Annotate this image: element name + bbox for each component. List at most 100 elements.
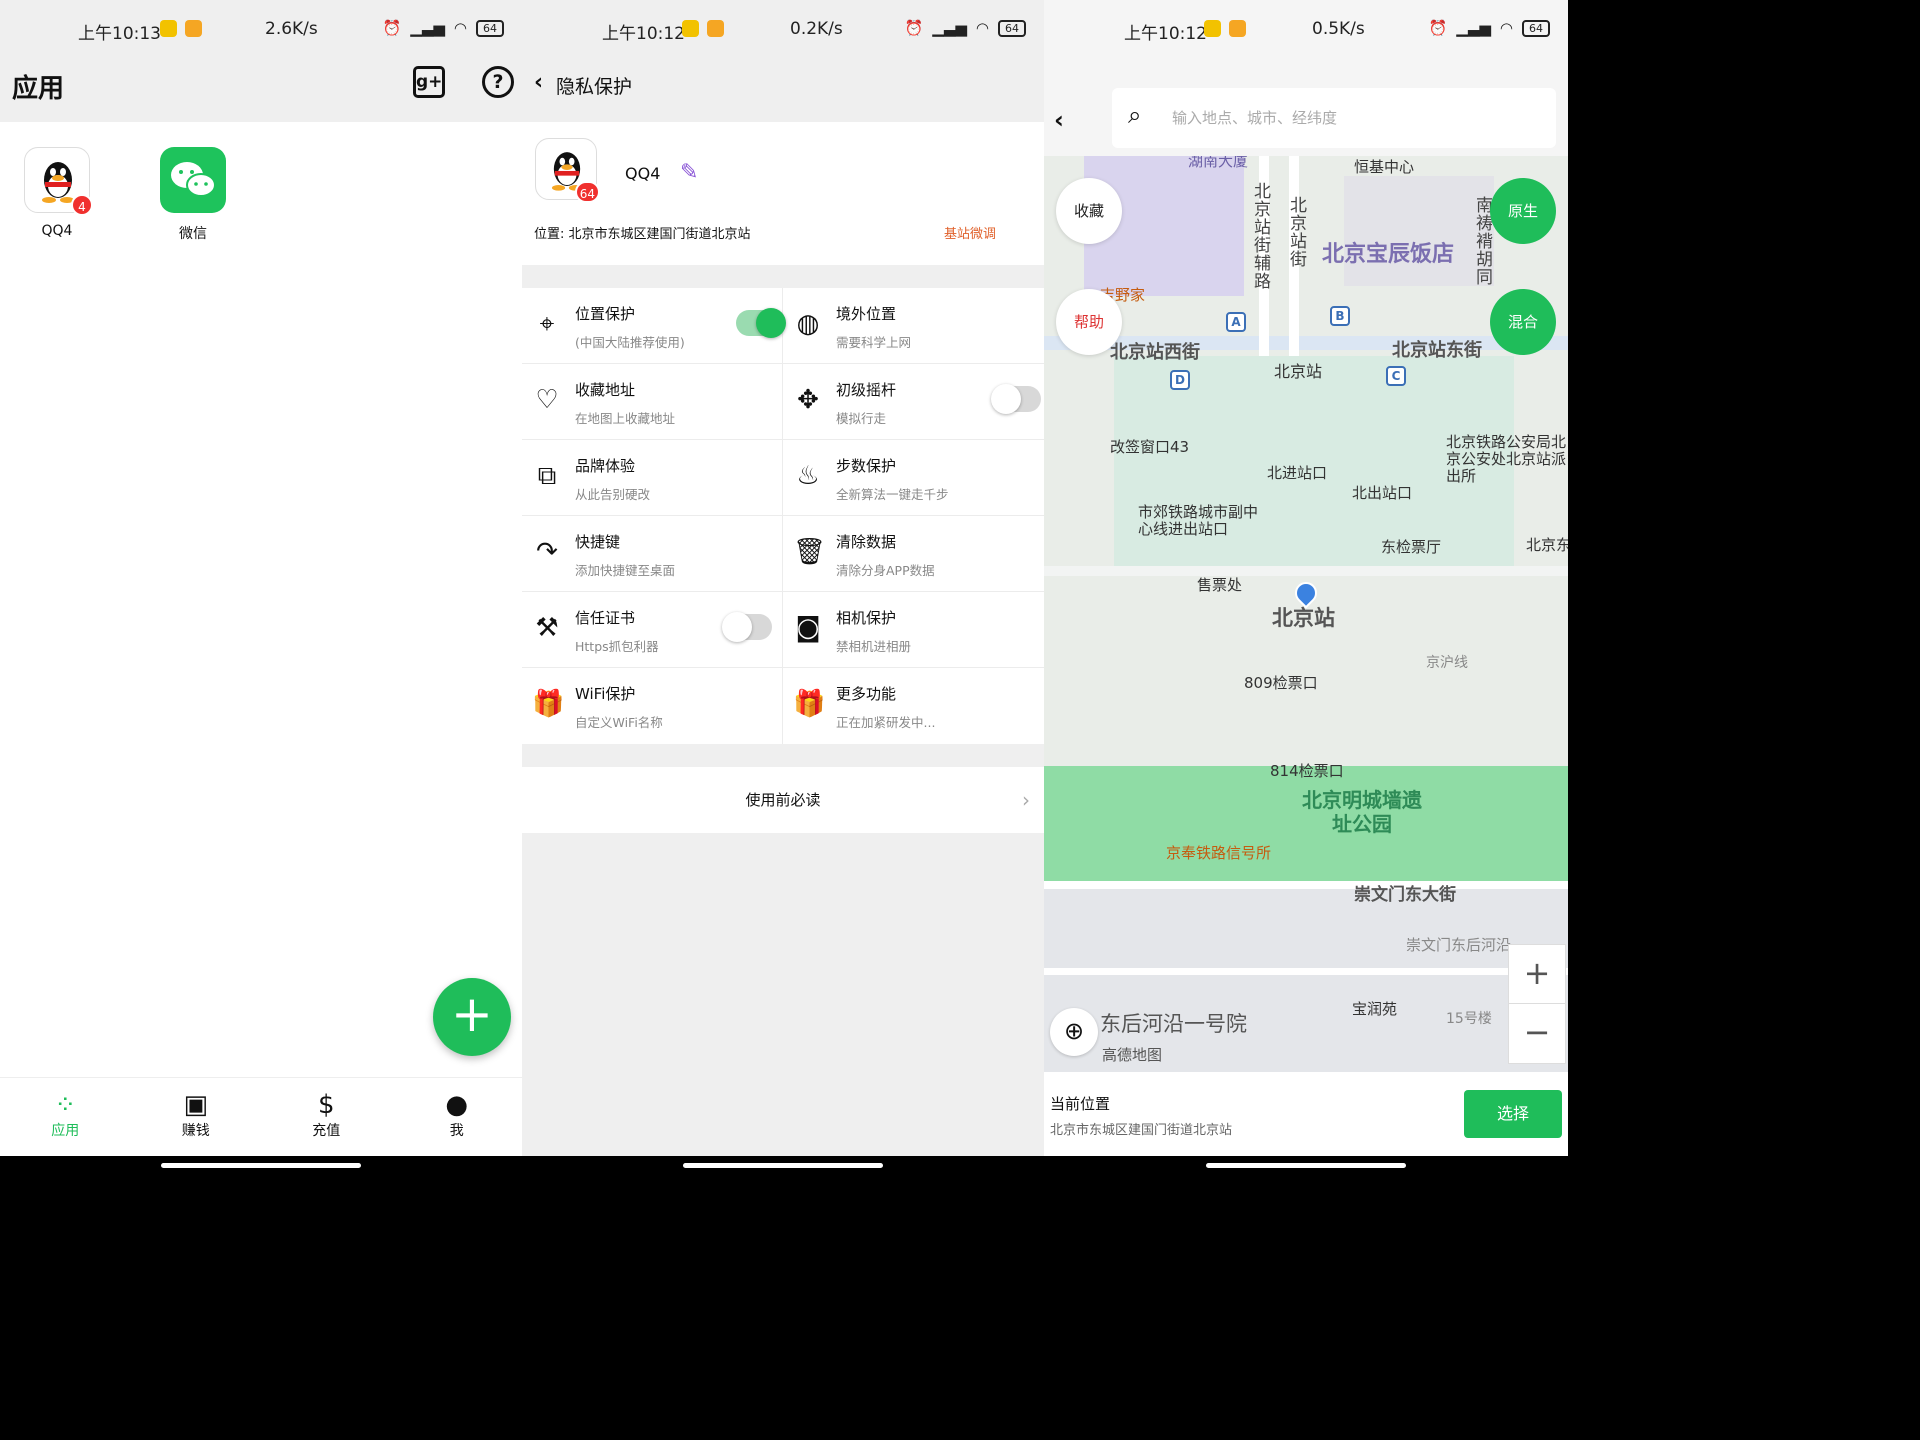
app-tile-wechat[interactable]: 微信 [148,147,238,243]
feature-subtitle: 全新算法一键走千步 [836,484,949,503]
apps-icon: ⁘ [0,1090,131,1120]
feature-title: 清除数据 [836,531,896,552]
feature-grid: ⌖ 位置保护 (中国大陆推荐使用) ◍ 境外位置 需要科学上网 ♡ 收藏地址 在… [522,288,1044,744]
feature-subtitle: 自定义WiFi名称 [575,712,663,731]
qq-penguin-icon: 4 [24,147,90,213]
mixed-mode-button[interactable]: 混合 [1490,289,1556,355]
feature-camera-protect[interactable]: ◙ 相机保护 禁相机进相册 [783,592,1044,668]
locate-me-icon[interactable]: ⊕ [1050,1008,1098,1056]
map-label: 15号楼 [1446,1008,1492,1028]
status-app-icons [160,20,202,37]
page-title: 应用 [12,68,64,105]
trash-icon: 🗑 [793,536,823,568]
alarm-icon: ⏰ [905,19,924,37]
must-read-row[interactable]: 使用前必读 › [522,767,1044,833]
status-time: 上午10:12 [1124,19,1207,44]
feature-title: 境外位置 [836,303,896,324]
back-icon[interactable]: ‹ [1054,106,1064,134]
feature-subtitle: 模拟行走 [836,408,886,427]
feature-more[interactable]: 🎁 更多功能 正在加紧研发中... [783,668,1044,744]
metro-exit-icon: C [1386,366,1406,386]
feature-subtitle: 禁相机进相册 [836,636,911,655]
zoom-in-button[interactable]: + [1509,945,1565,1004]
nav-item-earn[interactable]: ▣赚钱 [131,1078,262,1156]
feature-subtitle: 正在加紧研发中... [836,712,935,731]
share-arrow-icon: ↷ [532,536,562,568]
feature-shortcut[interactable]: ↷ 快捷键 添加快捷键至桌面 [522,516,783,592]
status-right-icons: ⏰ ▁▃▅ ◠ 64 [383,19,504,37]
status-bar: 上午10:12 0.5K/s ⏰ ▁▃▅ ◠ 64 [1044,0,1568,58]
user-icon: ● [392,1090,523,1120]
base-station-adjust-link[interactable]: 基站微调 [944,223,996,242]
native-mode-button[interactable]: 原生 [1490,178,1556,244]
map-label: 814检票口 [1270,760,1344,781]
feature-title: WiFi保护 [575,683,635,704]
camera-icon: ◙ [793,612,823,644]
heart-icon: ♡ [532,384,562,416]
security-icon [160,20,177,37]
map-label: 市郊铁路城市副中心线进出站口 [1138,504,1258,538]
notification-badge: 64 [575,181,600,203]
notification-badge: 4 [71,194,93,216]
network-speed: 0.2K/s [790,19,843,39]
network-speed: 2.6K/s [265,19,318,39]
handshake-icon: ⚒ [532,612,562,644]
feature-step-protect[interactable]: ♨ 步数保护 全新算法一键走千步 [783,440,1044,516]
feature-subtitle: 需要科学上网 [836,332,911,351]
feature-subtitle: 从此告别硬改 [575,484,650,503]
feature-brand-experience[interactable]: ⧉ 品牌体验 从此告别硬改 [522,440,783,516]
add-app-button[interactable]: + [433,978,511,1056]
feature-overseas-location[interactable]: ◍ 境外位置 需要科学上网 [783,288,1044,364]
status-bar: 上午10:13 2.6K/s ⏰ ▁▃▅ ◠ 64 [0,0,522,58]
flame-icon: ♨ [793,460,823,492]
battery-icon: 64 [998,20,1026,37]
alarm-icon: ⏰ [1429,19,1448,37]
must-read-label: 使用前必读 [745,791,820,809]
favorite-button[interactable]: 收藏 [1056,178,1122,244]
wifi-icon: ◠ [1500,19,1513,37]
home-indicator [1044,1156,1568,1176]
joystick-toggle[interactable] [997,386,1041,412]
zoom-out-button[interactable]: − [1509,1004,1565,1063]
location-protect-toggle[interactable] [736,310,780,336]
feature-joystick[interactable]: ✥ 初级摇杆 模拟行走 [783,364,1044,440]
status-bar: 上午10:12 0.2K/s ⏰ ▁▃▅ ◠ 64 [522,0,1044,58]
edit-pencil-icon[interactable]: ✎ [680,160,698,185]
map-label: 改签窗口43 [1110,436,1189,457]
feature-title: 初级摇杆 [836,379,896,400]
map-label: 北京站 [1274,358,1322,382]
feature-title: 步数保护 [836,455,896,476]
home-indicator [0,1156,522,1176]
app-tile-qq[interactable]: 4 QQ4 [12,147,102,239]
signal-icon: ▁▃▅ [1456,19,1491,37]
metro-exit-icon: A [1226,312,1246,332]
feature-title: 快捷键 [575,531,620,552]
feature-title: 信任证书 [575,607,635,628]
search-input[interactable] [1172,98,1542,138]
feature-subtitle: (中国大陆推荐使用) [575,332,685,351]
feature-wifi-protect[interactable]: 🎁 WiFi保护 自定义WiFi名称 [522,668,783,744]
shapes-icon: ⧉ [532,460,562,492]
map-view[interactable]: 湖南大厦 恒基中心 北京宝辰饭店 吉野家 北京站街辅路 北京站街 南祷褙胡同 北… [1044,156,1568,1072]
google-plus-icon[interactable]: g+ [413,66,445,98]
feature-favorite-address[interactable]: ♡ 收藏地址 在地图上收藏地址 [522,364,783,440]
feature-trust-cert[interactable]: ⚒ 信任证书 Https抓包利器 [522,592,783,668]
select-button[interactable]: 选择 [1464,1090,1562,1138]
dollar-icon: $ [261,1090,392,1120]
trust-cert-toggle[interactable] [728,614,772,640]
nav-item-apps[interactable]: ⁘应用 [0,1078,131,1156]
back-icon[interactable]: ‹ [534,70,543,95]
map-label: 京沪线 [1426,652,1468,672]
joystick-arrows-icon: ✥ [793,384,823,416]
map-label: 北京铁路公安局北京公安处北京站派出所 [1446,434,1566,485]
nav-item-recharge[interactable]: $充值 [261,1078,392,1156]
feature-clear-data[interactable]: 🗑 清除数据 清除分身APP数据 [783,516,1044,592]
feature-title: 品牌体验 [575,455,635,476]
help-icon[interactable]: ? [482,66,514,98]
map-label: 宝润苑 [1352,998,1397,1019]
qq-penguin-icon: 64 [535,138,597,200]
status-time: 上午10:12 [602,19,685,44]
nav-item-me[interactable]: ●我 [392,1078,523,1156]
help-button[interactable]: 帮助 [1056,289,1122,355]
feature-location-protect[interactable]: ⌖ 位置保护 (中国大陆推荐使用) [522,288,783,364]
